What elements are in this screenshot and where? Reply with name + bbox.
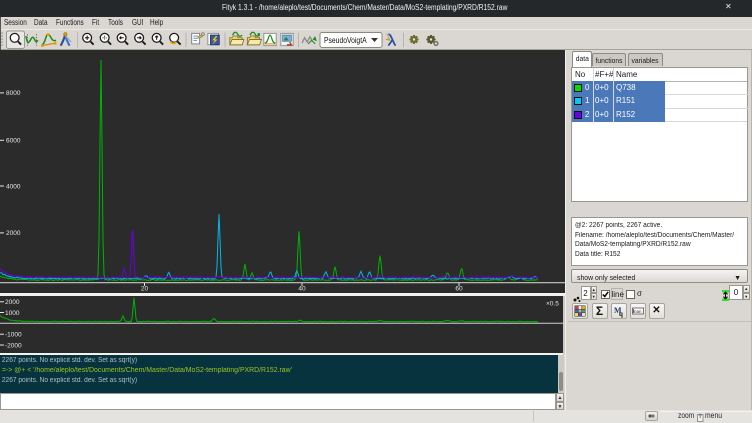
svg-text:-2000: -2000 <box>5 342 22 349</box>
svg-text:60: 60 <box>455 286 463 293</box>
svg-text:×0.5: ×0.5 <box>546 301 559 308</box>
svg-text:20: 20 <box>141 286 149 293</box>
svg-text:1000: 1000 <box>5 310 20 317</box>
svg-text:8000: 8000 <box>6 90 21 97</box>
svg-text:6000: 6000 <box>6 138 21 145</box>
svg-text:nan: nan <box>634 309 642 314</box>
svg-text:PseudoVoigtA: PseudoVoigtA <box>324 35 367 45</box>
svg-text:2000: 2000 <box>6 230 21 237</box>
svg-text:40: 40 <box>298 286 306 293</box>
svg-text:-1000: -1000 <box>5 332 22 339</box>
svg-text:2000: 2000 <box>5 299 20 306</box>
svg-text:q: q <box>619 310 623 318</box>
svg-text:4000: 4000 <box>6 183 21 190</box>
